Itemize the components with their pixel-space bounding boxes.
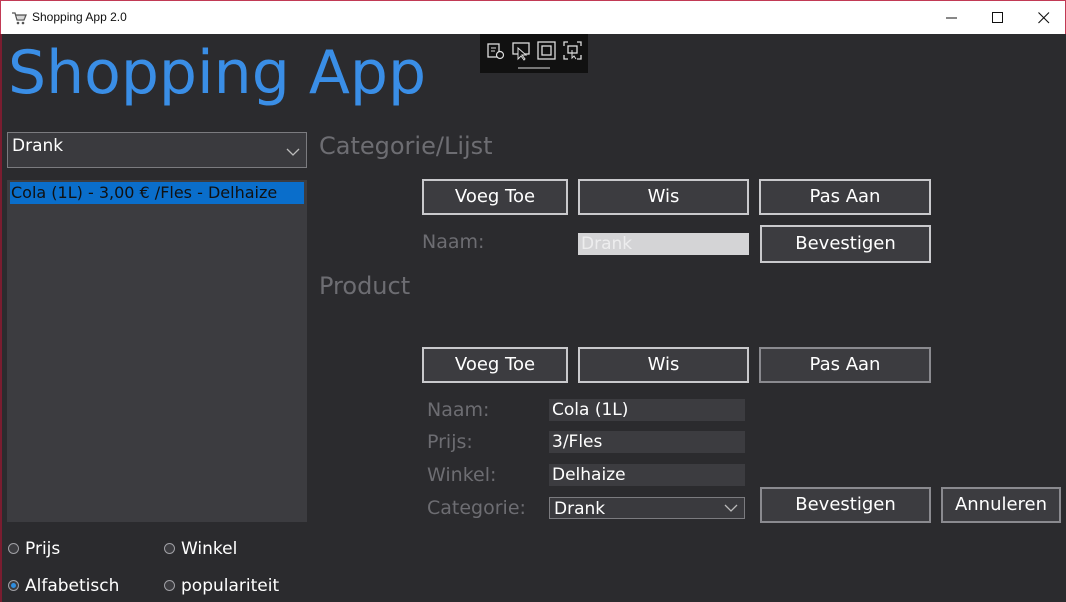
product-price-label: Prijs: [427,431,473,453]
window-border [0,34,2,602]
category-delete-button[interactable]: Wis [578,179,749,215]
category-heading: Categorie/Lijst [319,132,493,160]
category-dropdown-value: Drank [12,136,64,156]
product-heading: Product [319,272,411,300]
maximize-button[interactable] [975,1,1021,35]
sort-alphabetical-label: Alfabetisch [25,576,120,596]
product-name-label: Naam: [427,399,490,421]
radio-circle [164,543,175,554]
radio-circle-checked [8,580,19,591]
product-name-field[interactable]: Cola (1L) [549,399,745,421]
sort-price-label: Prijs [25,539,61,559]
category-dropdown[interactable]: Drank [7,132,307,168]
toolbar-grip[interactable] [518,67,550,69]
category-edit-button[interactable]: Pas Aan [759,179,931,215]
debug-toolbar [480,34,588,73]
product-edit-button[interactable]: Pas Aan [759,347,931,383]
product-list[interactable]: Cola (1L) - 3,00 € /Fles - Delhaize [7,180,307,522]
radio-circle [164,580,175,591]
chevron-down-icon [286,141,300,163]
product-category-label: Categorie: [427,497,526,519]
product-category-dropdown[interactable]: Drank [549,497,745,519]
category-name-field[interactable]: Drank [578,233,749,255]
minimize-button[interactable] [929,1,975,35]
app-title: Shopping App [8,38,427,108]
product-confirm-button[interactable]: Bevestigen [760,487,931,523]
minimize-icon [946,17,957,19]
maximize-icon [992,12,1003,23]
cart-icon [11,10,27,25]
list-item-label: Cola (1L) - 3,00 € /Fles - Delhaize [11,183,278,202]
product-store-field[interactable]: Delhaize [549,464,745,486]
close-icon [1038,12,1050,24]
sort-store-label: Winkel [181,539,238,559]
category-add-button[interactable]: Voeg Toe [422,179,568,215]
list-item[interactable]: Cola (1L) - 3,00 € /Fles - Delhaize [10,182,304,204]
radio-circle [8,543,19,554]
select-element-icon[interactable] [512,41,532,61]
product-price-field[interactable]: 3/Fles [549,431,745,453]
window-titlebar: Shopping App 2.0 [0,0,1066,34]
chevron-down-icon [724,500,738,519]
sort-popularity-label: populariteit [181,576,280,596]
close-button[interactable] [1021,1,1066,35]
product-delete-button[interactable]: Wis [578,347,749,383]
product-store-label: Winkel: [427,464,497,486]
window-title: Shopping App 2.0 [32,10,127,24]
product-add-button[interactable]: Voeg Toe [422,347,568,383]
display-layout-adorners-icon[interactable] [537,41,557,61]
category-confirm-button[interactable]: Bevestigen [760,225,931,263]
live-visual-tree-icon[interactable] [486,41,506,61]
track-focused-element-icon[interactable] [563,41,583,61]
product-category-value: Drank [554,499,606,519]
product-cancel-button[interactable]: Annuleren [941,487,1061,523]
category-name-label: Naam: [422,231,485,253]
